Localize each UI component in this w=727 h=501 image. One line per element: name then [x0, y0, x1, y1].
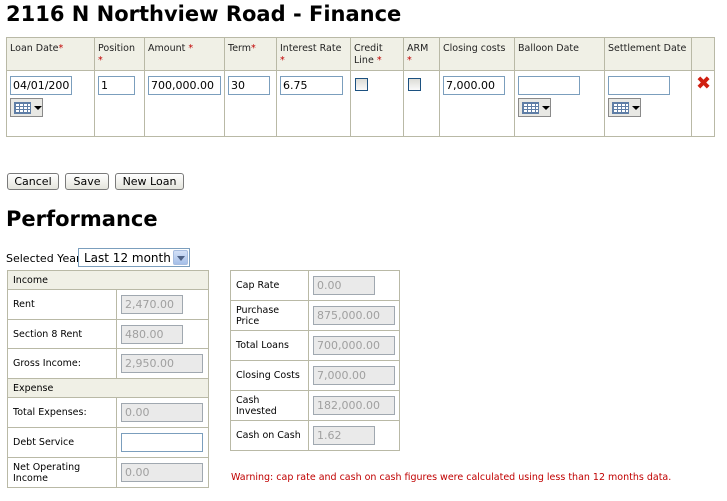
income-expense-table: Income Rent Section 8 Rent Gross Income:… [7, 270, 209, 488]
finance-header-row: Loan Date* Position * Amount * Term* Inte… [6, 37, 715, 71]
save-button[interactable]: Save [65, 173, 109, 190]
total-expenses-value [121, 403, 203, 422]
total-expenses-label: Total Expenses: [7, 397, 117, 428]
table-row: Purchase Price [230, 300, 400, 331]
purchase-price-value [313, 306, 395, 325]
balloon-date-calendar-button[interactable] [518, 98, 551, 117]
cash-on-cash-value [313, 426, 375, 445]
selected-year-label: Selected Year [6, 252, 81, 265]
income-header: Income [7, 270, 209, 290]
table-row: Cash on Cash [230, 420, 400, 451]
settlement-date-header: Settlement Date [604, 37, 692, 71]
calendar-icon [612, 101, 629, 114]
interest-rate-input[interactable] [280, 76, 343, 95]
table-row: Total Loans [230, 330, 400, 361]
interest-rate-header: Interest Rate * [276, 37, 351, 71]
table-row: Cash Invested [230, 390, 400, 421]
arm-header: ARM * [403, 37, 440, 71]
balloon-date-header: Balloon Date [514, 37, 605, 71]
table-row: Cap Rate [230, 270, 400, 301]
term-input[interactable] [228, 76, 270, 95]
balloon-date-input[interactable] [518, 76, 580, 95]
amount-input[interactable] [148, 76, 221, 95]
total-loans-label: Total Loans [230, 330, 309, 361]
table-row: Section 8 Rent [7, 319, 209, 349]
calendar-icon [522, 101, 539, 114]
purchase-price-label: Purchase Price [230, 300, 309, 331]
page-title: 2116 N Northview Road - Finance [6, 2, 402, 26]
cap-rate-value [313, 276, 375, 295]
expense-header-row: Expense [7, 378, 209, 398]
chevron-down-icon[interactable] [173, 250, 188, 265]
amount-header: Amount * [144, 37, 225, 71]
loan-row: ✖ [6, 70, 715, 137]
credit-line-header: Credit Line * [350, 37, 404, 71]
table-row: Net Operating Income [7, 457, 209, 488]
chevron-down-icon [542, 105, 550, 110]
rent-label: Rent [7, 289, 117, 320]
actions-header [691, 37, 715, 71]
credit-line-checkbox[interactable] [355, 78, 368, 91]
section-8-rent-value [121, 324, 183, 344]
section-8-rent-label: Section 8 Rent [7, 319, 117, 349]
chevron-down-icon [632, 105, 640, 110]
settlement-date-input[interactable] [608, 76, 670, 95]
cap-rate-label: Cap Rate [230, 270, 309, 301]
total-loans-value [313, 336, 395, 355]
cash-on-cash-label: Cash on Cash [230, 420, 309, 451]
settlement-date-calendar-button[interactable] [608, 98, 641, 117]
chevron-down-icon [34, 105, 42, 110]
debt-service-input[interactable] [121, 433, 203, 452]
rent-value [121, 295, 183, 314]
closing-costs-input[interactable] [443, 76, 505, 95]
finance-table: Loan Date* Position * Amount * Term* Inte… [6, 37, 715, 137]
loan-date-calendar-button[interactable] [10, 98, 43, 117]
loan-date-input[interactable] [10, 76, 72, 95]
gross-income-value [121, 354, 203, 373]
calendar-icon [14, 101, 31, 114]
closing-costs-header: Closing costs [439, 37, 515, 71]
net-operating-income-value [121, 463, 203, 482]
term-header: Term* [224, 37, 277, 71]
cash-invested-value [313, 396, 395, 415]
position-input[interactable] [98, 76, 135, 95]
expense-header: Expense [7, 378, 209, 398]
closing-costs-value [313, 366, 395, 385]
warning-message: Warning: cap rate and cash on cash figur… [231, 472, 672, 483]
cash-invested-label: Cash Invested [230, 390, 309, 421]
net-operating-income-label: Net Operating Income [7, 457, 117, 488]
closing-costs-label: Closing Costs [230, 360, 309, 391]
table-row: Total Expenses: [7, 397, 209, 428]
arm-checkbox[interactable] [408, 78, 421, 91]
debt-service-label: Debt Service [7, 427, 117, 458]
table-row: Rent [7, 289, 209, 320]
new-loan-button[interactable]: New Loan [115, 173, 184, 190]
performance-title: Performance [6, 207, 158, 231]
income-header-row: Income [7, 270, 209, 290]
position-header: Position * [94, 37, 145, 71]
gross-income-label: Gross Income: [7, 348, 117, 379]
cancel-button[interactable]: Cancel [7, 173, 59, 190]
loan-date-header: Loan Date* [6, 37, 95, 71]
year-select-value: Last 12 month [84, 251, 171, 265]
table-row: Gross Income: [7, 348, 209, 379]
metrics-table: Cap Rate Purchase Price Total Loans Clos… [230, 270, 400, 451]
table-row: Debt Service [7, 427, 209, 458]
year-select[interactable]: Last 12 month [78, 248, 190, 267]
delete-icon[interactable]: ✖ [696, 75, 711, 93]
table-row: Closing Costs [230, 360, 400, 391]
